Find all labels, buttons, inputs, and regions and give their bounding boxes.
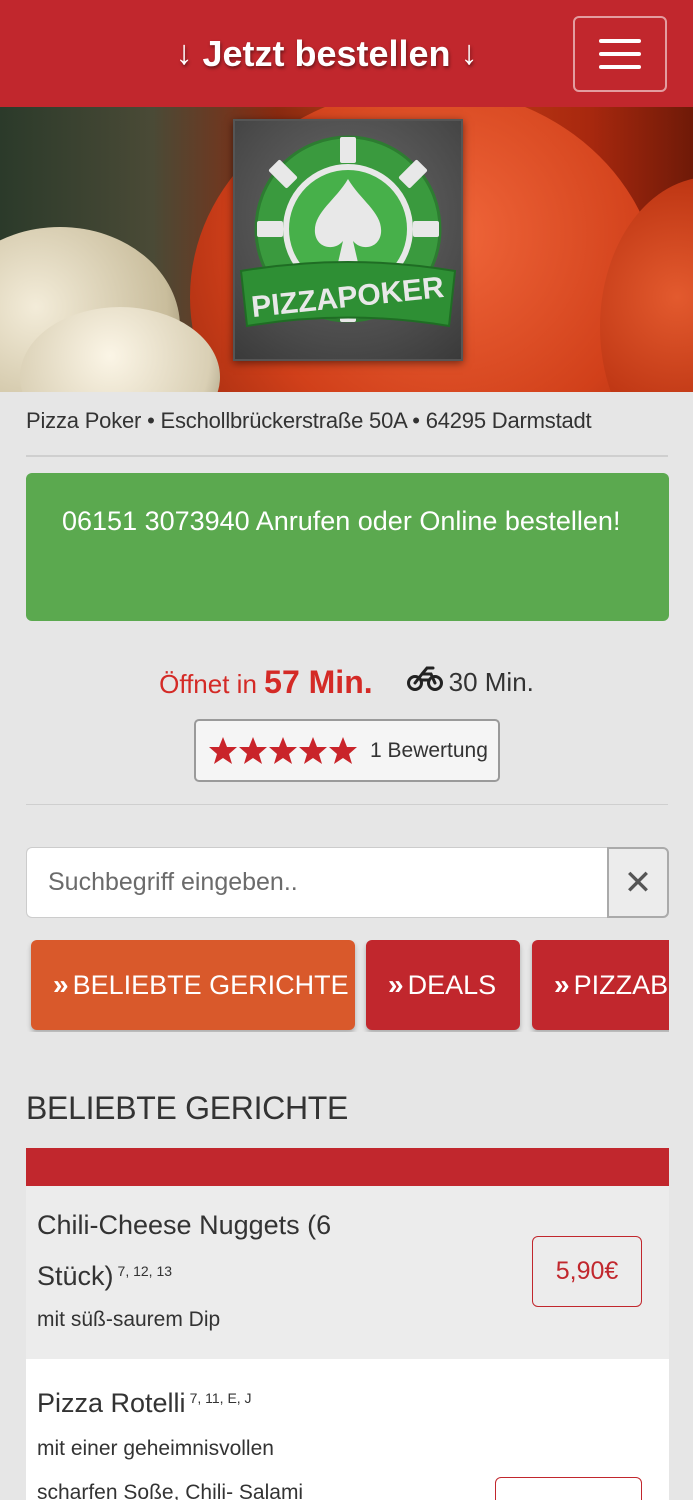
double-chevron-right-icon: » (554, 969, 569, 1000)
opens-value: 57 Min. (264, 663, 373, 700)
menu-item-description: mit einer geheimnisvollen scharfen Soße,… (37, 1437, 304, 1500)
call-to-order-text: 06151 3073940 Anrufen oder Online bestel… (62, 506, 621, 536)
category-label: DEALS (407, 969, 497, 1000)
restaurant-address: Pizza Poker • Eschollbrückerstraße 50A •… (26, 408, 592, 433)
menu-item-title: Chili-Cheese Nuggets (6 Stück) (37, 1210, 332, 1291)
star-icon (209, 736, 357, 764)
category-nav: » BELIEBTE GERICHTE » DEALS » PIZZABRÖTC… (26, 940, 669, 1032)
category-label: BELIEBTE GERICHTE (72, 969, 349, 1000)
rating-count: 1 Bewertung (370, 738, 488, 762)
menu-item-name: Chili-Cheese Nuggets (6 Stück) 7, 12, 13 (37, 1202, 377, 1299)
arrow-down-icon: ↓ (175, 34, 193, 72)
add-to-cart-price-button[interactable] (495, 1477, 642, 1500)
search-bar: ✕ (26, 847, 669, 918)
call-to-order-banner[interactable]: 06151 3073940 Anrufen oder Online bestel… (26, 473, 669, 621)
rating-stars (208, 736, 358, 766)
order-now-label: Jetzt bestellen (202, 32, 451, 74)
double-chevron-right-icon: » (53, 969, 68, 1000)
close-icon[interactable]: ✕ (607, 847, 669, 918)
top-bar: ↓ Jetzt bestellen ↓ (0, 0, 693, 107)
menu-item-name: Pizza Rotelli 7, 11, E, J (37, 1375, 477, 1426)
menu-item[interactable]: Pizza Rotelli 7, 11, E, J mit einer gehei… (26, 1359, 669, 1500)
category-tab-popular[interactable]: » BELIEBTE GERICHTE (31, 940, 355, 1030)
motorcycle-icon (406, 666, 443, 699)
section-title: BELIEBTE GERICHTE (26, 1090, 349, 1126)
delivery-time: 30 Min. (406, 666, 534, 699)
menu-item[interactable]: Chili-Cheese Nuggets (6 Stück) 7, 12, 13 … (26, 1186, 669, 1359)
rating-button[interactable]: 1 Bewertung (194, 719, 500, 782)
allergen-codes: 7, 12, 13 (117, 1263, 173, 1279)
category-label: PIZZABRÖTCHEN (573, 969, 669, 1000)
category-tab-pizzabroetchen[interactable]: » PIZZABRÖTCHEN (532, 940, 669, 1030)
allergen-codes: 7, 11, E, J (189, 1390, 252, 1406)
hero-banner: PIZZAPOKER (0, 107, 693, 392)
menu-item-description: mit süß-saurem Dip (37, 1308, 221, 1331)
hamburger-menu-icon[interactable] (573, 16, 667, 92)
double-chevron-right-icon: » (388, 969, 403, 1000)
category-tab-deals[interactable]: » DEALS (366, 940, 520, 1030)
arrow-down-icon: ↓ (460, 34, 478, 72)
status-row: Öffnet in 57 Min. 30 Min. (0, 660, 693, 704)
delivery-time-value: 30 Min. (448, 666, 534, 697)
restaurant-logo: PIZZAPOKER (233, 119, 463, 361)
search-input[interactable] (26, 847, 607, 918)
opens-label: Öffnet in (159, 668, 257, 699)
order-now-button[interactable]: ↓ Jetzt bestellen ↓ (175, 33, 477, 75)
menu-item-title: Pizza Rotelli (37, 1388, 186, 1418)
divider (26, 455, 668, 457)
opening-status: Öffnet in 57 Min. (159, 664, 373, 701)
section-header-bar (26, 1148, 669, 1186)
add-to-cart-price-button[interactable]: 5,90€ (532, 1236, 642, 1307)
divider (26, 804, 668, 805)
